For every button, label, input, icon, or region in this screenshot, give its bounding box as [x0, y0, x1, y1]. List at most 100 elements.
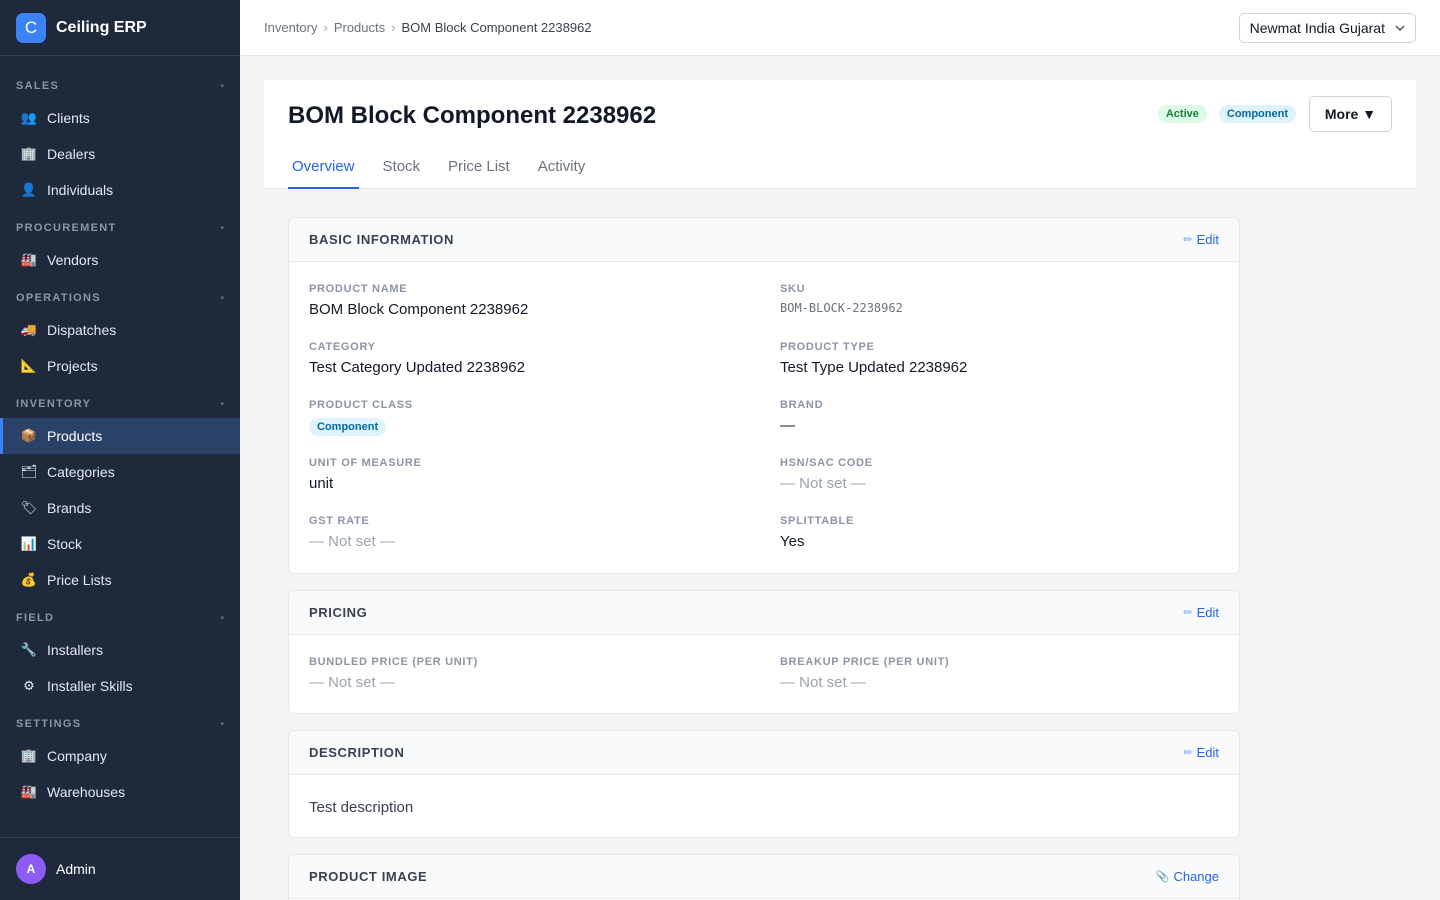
tab-stock[interactable]: Stock — [379, 158, 425, 189]
sidebar-item-vendors[interactable]: 🏭 Vendors — [0, 242, 240, 278]
sidebar-item-label: Vendors — [47, 252, 99, 268]
page-title: BOM Block Component 2238962 — [288, 102, 657, 129]
edit-description-button[interactable]: ✏ Edit — [1183, 745, 1219, 760]
description-card: DESCRIPTION ✏ Edit Test description — [288, 730, 1240, 838]
more-button[interactable]: More ▼ — [1309, 96, 1392, 132]
app-brand[interactable]: C Ceiling ERP — [0, 0, 240, 56]
tab-bar: Overview Stock Price List Activity — [288, 158, 609, 189]
nav-section-header[interactable]: FIELD ▾ — [0, 604, 240, 632]
card-title: PRODUCT IMAGE — [309, 869, 428, 884]
nav-section-title: OPERATIONS — [16, 292, 101, 304]
sidebar-item-installer-skills[interactable]: ⚙ Installer Skills — [0, 668, 240, 704]
nav-section-title: FIELD — [16, 612, 55, 624]
breadcrumb-inventory[interactable]: Inventory — [264, 20, 317, 35]
sidebar-item-brands[interactable]: 🏷 Brands — [0, 490, 240, 526]
warehouses-icon: 🏭 — [20, 784, 38, 799]
nav-section-header[interactable]: INVENTORY ▾ — [0, 390, 240, 418]
card-header: DESCRIPTION ✏ Edit — [289, 731, 1239, 775]
field-breakup-price-per-unit: BREAKUP PRICE (PER UNIT) — Not set — — [780, 635, 1231, 693]
field-value: Yes — [780, 533, 805, 550]
sidebar-item-label: Categories — [47, 464, 115, 480]
nav-section-header[interactable]: OPERATIONS ▾ — [0, 284, 240, 312]
collapse-caret-icon[interactable]: ▾ — [220, 224, 224, 232]
topbar: Inventory › Products › BOM Block Compone… — [240, 0, 1440, 56]
page-header: BOM Block Component 2238962 Active Compo… — [264, 80, 1416, 189]
field-label: UNIT OF MEASURE — [309, 457, 422, 469]
nav-section-header[interactable]: PROCUREMENT ▾ — [0, 214, 240, 242]
field-bundled-price-per-unit: BUNDLED PRICE (PER UNIT) — Not set — — [309, 635, 780, 693]
basic-information-card: BASIC INFORMATION ✏ Edit PRODUCT NAME BOM… — [288, 217, 1240, 574]
tab-price-list[interactable]: Price List — [444, 158, 514, 189]
field-gst-rate: GST RATE — Not set — — [309, 494, 780, 552]
breadcrumb-separator: › — [391, 20, 396, 35]
products-icon: 📦 — [20, 428, 38, 443]
class-badge: Component — [309, 418, 387, 436]
sidebar-item-label: Warehouses — [47, 784, 126, 800]
avatar: A — [16, 854, 46, 884]
sidebar-item-categories[interactable]: 🗂 Categories — [0, 454, 240, 490]
sidebar-item-individuals[interactable]: 👤 Individuals — [0, 172, 240, 208]
sidebar-item-label: Clients — [47, 110, 90, 126]
field-label: SKU — [780, 283, 806, 295]
sidebar-item-label: Installer Skills — [47, 678, 133, 694]
user-menu[interactable]: A Admin — [0, 837, 240, 900]
collapse-caret-icon[interactable]: ▾ — [220, 720, 224, 728]
field-brand: BRAND — — [780, 378, 1231, 436]
sidebar-item-price-lists[interactable]: 💰 Price Lists — [0, 562, 240, 598]
field-label: HSN/SAC CODE — [780, 457, 873, 469]
pricing-fields: BUNDLED PRICE (PER UNIT) — Not set — BREAK… — [289, 635, 1239, 693]
sidebar-item-dispatches[interactable]: 🚚 Dispatches — [0, 312, 240, 348]
product-image-card: PRODUCT IMAGE 📎 Change — [288, 854, 1240, 900]
field-label: PRODUCT TYPE — [780, 341, 875, 353]
field-value: — Not set — — [780, 475, 866, 492]
brands-icon: 🏷 — [20, 500, 38, 515]
field-product-type: PRODUCT TYPE Test Type Updated 2238962 — [780, 320, 1231, 378]
organization-select[interactable]: Newmat India Gujarat — [1238, 12, 1416, 43]
sidebar-item-label: Dispatches — [47, 322, 117, 338]
sidebar-item-label: Stock — [47, 536, 83, 552]
sidebar-item-dealers[interactable]: 🏢 Dealers — [0, 136, 240, 172]
nav-section-title: SALES — [16, 80, 60, 92]
sidebar-item-installers[interactable]: 🔧 Installers — [0, 632, 240, 668]
edit-pricing-button[interactable]: ✏ Edit — [1183, 605, 1219, 620]
breadcrumb-products[interactable]: Products — [334, 20, 385, 35]
sidebar-item-label: Brands — [47, 500, 92, 516]
breadcrumb: Inventory › Products › BOM Block Compone… — [264, 20, 592, 35]
field-label: PRODUCT NAME — [309, 283, 408, 295]
sidebar-item-label: Price Lists — [47, 572, 112, 588]
nav-section-header[interactable]: SALES ▾ — [0, 72, 240, 100]
tab-overview[interactable]: Overview — [288, 158, 359, 189]
collapse-caret-icon[interactable]: ▾ — [220, 400, 224, 408]
field-value: Test Category Updated 2238962 — [309, 359, 525, 376]
sidebar-item-products[interactable]: 📦 Products — [0, 418, 240, 454]
sidebar-item-stock[interactable]: 📊 Stock — [0, 526, 240, 562]
paperclip-icon: 📎 — [1155, 871, 1170, 883]
sidebar-item-clients[interactable]: 👥 Clients — [0, 100, 240, 136]
field-label: BREAKUP PRICE (PER UNIT) — [780, 656, 950, 668]
change-image-button[interactable]: 📎 Change — [1156, 869, 1219, 884]
field-value: unit — [309, 475, 334, 492]
field-value: Test Type Updated 2238962 — [780, 359, 968, 376]
field-label: GST RATE — [309, 515, 370, 527]
app-name: Ceiling ERP — [56, 18, 147, 36]
field-label: PRODUCT CLASS — [309, 399, 413, 411]
sidebar-nav: SALES ▾ 👥 Clients 🏢 Dealers 👤 Individuals PROCUR… — [0, 56, 240, 810]
field-value: — Not set — — [309, 533, 395, 550]
breadcrumb-separator: › — [323, 20, 328, 35]
nav-section-header[interactable]: SETTINGS ▾ — [0, 710, 240, 738]
card-title: BASIC INFORMATION — [309, 232, 455, 247]
user-name: Admin — [56, 861, 96, 877]
status-badges: Active Component — [1157, 105, 1296, 123]
sidebar-item-company[interactable]: 🏢 Company — [0, 738, 240, 774]
sidebar-item-warehouses[interactable]: 🏭 Warehouses — [0, 774, 240, 810]
tab-activity[interactable]: Activity — [534, 158, 590, 189]
field-label: CATEGORY — [309, 341, 376, 353]
edit-basic-info-button[interactable]: ✏ Edit — [1183, 232, 1219, 247]
collapse-caret-icon[interactable]: ▾ — [220, 294, 224, 302]
collapse-caret-icon[interactable]: ▾ — [220, 614, 224, 622]
sidebar-item-label: Company — [47, 748, 107, 764]
sidebar-item-projects[interactable]: 📐 Projects — [0, 348, 240, 384]
class-badge: Component — [1218, 105, 1296, 123]
collapse-caret-icon[interactable]: ▾ — [220, 82, 224, 90]
app-logo-icon: C — [16, 12, 46, 43]
